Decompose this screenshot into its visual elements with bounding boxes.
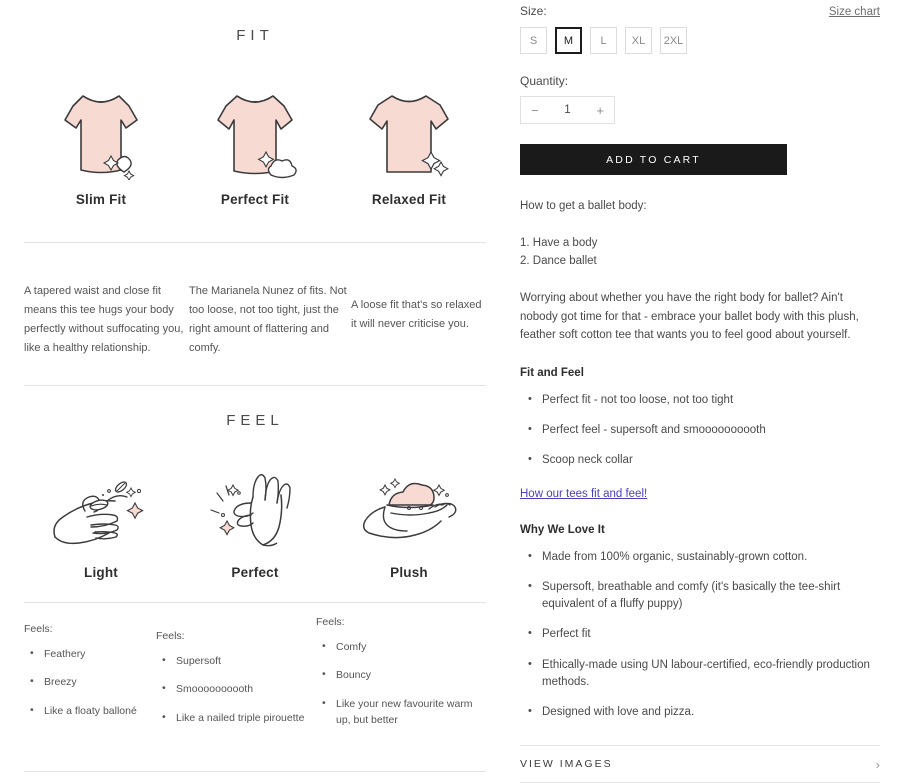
how-our-tees-fit-link[interactable]: How our tees fit and feel! — [520, 488, 647, 500]
feels-list-item: Breezy — [30, 674, 156, 691]
fit-item-label: Perfect Fit — [220, 192, 290, 207]
feel-divider-top — [24, 384, 486, 386]
hand-feather-icon — [47, 471, 155, 549]
quantity-decrement-button[interactable]: − — [531, 103, 539, 118]
why-we-love-it-list-item: Perfect fit — [528, 625, 880, 643]
bottom-divider — [24, 771, 486, 772]
why-we-love-it-list-item: Made from 100% organic, sustainably-grow… — [528, 547, 880, 566]
description-intro: How to get a ballet body: — [520, 200, 647, 212]
why-we-love-it-heading: Why We Love It — [520, 523, 605, 536]
description-step: 1. Have a body — [520, 236, 598, 249]
hand-cloud-icon — [355, 471, 463, 549]
quantity-stepper[interactable]: − 1 + — [520, 96, 615, 124]
fit-divider — [24, 242, 486, 243]
tshirt-perfect-icon — [213, 86, 297, 180]
feel-item-label: Light — [84, 564, 118, 580]
fit-item-perfect: Perfect Fit — [178, 86, 332, 207]
why-we-love-it-list-item: Supersoft, breathable and comfy (it's ba… — [528, 578, 880, 614]
feels-list: Feathery Breezy Like a floaty balloné — [24, 646, 156, 720]
feel-item-plush: Plush — [332, 471, 486, 580]
feels-list-item: Feathery — [30, 646, 156, 663]
feels-list-item: Smoooooooooth — [162, 681, 316, 698]
fit-description-row: A tapered waist and close fit means this… — [0, 282, 510, 358]
fit-and-feel-list-item: Perfect feel - supersoft and smooooooooo… — [528, 421, 880, 439]
feels-list-item: Comfy — [322, 639, 476, 656]
fit-and-feel-list-item: Scoop neck collar — [528, 451, 880, 469]
fit-and-feel-list: Perfect fit - not too loose, not too tig… — [520, 391, 880, 470]
size-option-m[interactable]: M — [555, 27, 582, 54]
quantity-increment-button[interactable]: + — [596, 103, 604, 118]
feels-title: Feels: — [156, 629, 185, 642]
tshirt-slim-icon — [59, 86, 143, 180]
feels-list-item: Like your new favourite warm up, but bet… — [322, 696, 476, 729]
chevron-right-icon: › — [875, 756, 880, 772]
fit-item-label: Relaxed Fit — [371, 192, 447, 207]
feels-group-plush: Feels: Comfy Bouncy Like your new favour… — [316, 616, 476, 742]
size-option-s[interactable]: S — [520, 27, 547, 54]
feels-group-perfect: Feels: Supersoft Smoooooooooth Like a na… — [156, 623, 316, 742]
size-header: Size: Size chart — [520, 4, 880, 18]
product-page: FIT Slim Fit Perfect Fit Relaxed Fit A t… — [0, 0, 910, 783]
feels-list-item: Like a nailed triple pirouette — [162, 710, 316, 727]
size-chart-link[interactable]: Size chart — [829, 6, 880, 18]
why-we-love-it-list-item: Ethically-made using UN labour-certified… — [528, 656, 880, 692]
quantity-value: 1 — [564, 104, 571, 116]
feels-title: Feels: — [24, 622, 53, 635]
feel-item-label: Perfect — [231, 564, 279, 580]
hand-snap-icon — [201, 471, 309, 549]
quantity-label: Quantity: — [520, 74, 569, 88]
feel-icon-row: Light Perfect Plush — [0, 471, 510, 580]
feels-list-item: Supersoft — [162, 653, 316, 670]
feels-list: Comfy Bouncy Like your new favourite war… — [316, 639, 476, 729]
size-option-2xl[interactable]: 2XL — [660, 27, 687, 54]
view-images-label: VIEW IMAGES — [520, 758, 613, 771]
feel-divider-bottom — [24, 601, 486, 603]
feel-section-heading: FEEL — [226, 411, 284, 429]
fit-description: A tapered waist and close fit means this… — [24, 285, 184, 354]
size-option-l[interactable]: L — [590, 27, 617, 54]
feels-group-light: Feels: Feathery Breezy Like a floaty bal… — [24, 623, 156, 742]
feel-item-label: Plush — [390, 564, 428, 580]
why-we-love-it-list: Made from 100% organic, sustainably-grow… — [520, 547, 880, 722]
add-to-cart-button[interactable]: ADD TO CART — [520, 144, 787, 175]
product-info-panel: FIT Slim Fit Perfect Fit Relaxed Fit A t… — [0, 0, 510, 778]
size-label: Size: — [520, 4, 547, 18]
feel-item-perfect: Perfect — [178, 471, 332, 580]
fit-and-feel-list-item: Perfect fit - not too loose, not too tig… — [528, 391, 880, 409]
fit-icon-row: Slim Fit Perfect Fit Relaxed Fit — [0, 86, 510, 207]
description-step: 2. Dance ballet — [520, 255, 597, 268]
fit-item-relaxed: Relaxed Fit — [332, 86, 486, 207]
feels-list: Supersoft Smoooooooooth Like a nailed tr… — [156, 653, 316, 727]
fit-item-slim: Slim Fit — [24, 86, 178, 207]
description-steps: 1. Have a body 2. Dance ballet — [520, 234, 880, 271]
fit-item-label: Slim Fit — [75, 192, 127, 207]
view-images-accordion[interactable]: VIEW IMAGES › — [520, 745, 880, 783]
feels-list-item: Bouncy — [322, 667, 476, 684]
why-we-love-it-list-item: Designed with love and pizza. — [528, 703, 880, 721]
feel-item-light: Light — [24, 471, 178, 580]
fit-section-heading: FIT — [236, 27, 274, 44]
fit-description: The Marianela Nunez of fits. Not too loo… — [189, 285, 347, 354]
feels-list-item: Like a floaty balloné — [30, 703, 156, 720]
fit-description: A loose fit that's so relaxed it will ne… — [351, 299, 482, 330]
size-options: S M L XL 2XL — [520, 27, 880, 54]
size-option-xl[interactable]: XL — [625, 27, 652, 54]
fit-and-feel-heading: Fit and Feel — [520, 366, 584, 379]
feels-title: Feels: — [316, 615, 345, 628]
description-body: Worrying about whether you have the righ… — [520, 291, 859, 342]
tshirt-relaxed-icon — [367, 86, 451, 180]
purchase-panel: Size: Size chart S M L XL 2XL Quantity: … — [510, 0, 910, 783]
feels-row: Feels: Feathery Breezy Like a floaty bal… — [0, 616, 510, 742]
